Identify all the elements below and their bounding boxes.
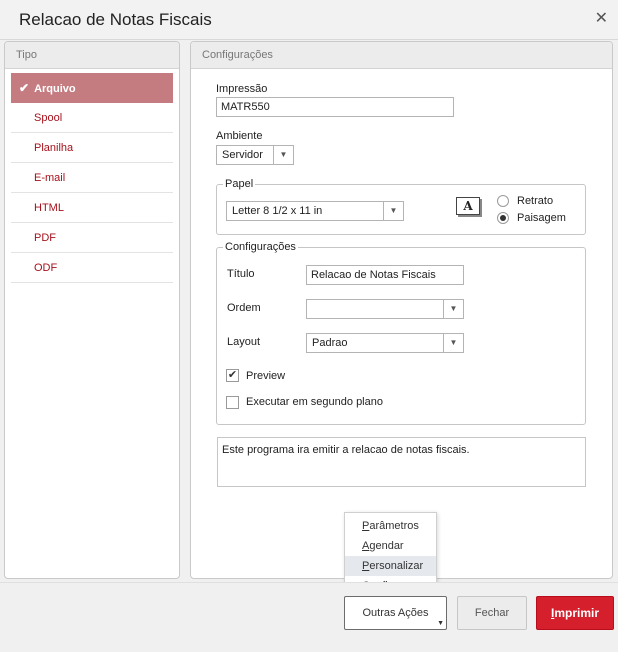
menu-item-parametros[interactable]: Parâmetros [345,516,436,536]
tipo-item-label: Planilha [34,142,74,154]
chevron-down-icon: ▼ [273,146,293,164]
check-icon: ✔ [19,81,30,95]
ordem-value [307,303,312,315]
tipo-item-pdf[interactable]: PDF [11,223,173,253]
imprimir-label: mprimir [554,606,600,620]
menu-item-label: ersonalizar [369,560,424,572]
ambiente-value: Servidor [222,149,263,161]
tipo-item-label: E-mail [34,172,66,184]
tipo-header: Tipo [5,42,179,69]
window-title: Relacao de Notas Fiscais [19,10,212,29]
chevron-down-icon: ▼ [383,202,403,220]
tipo-panel: Tipo ✔ Arquivo Spool Planilha E-mail HTML… [4,41,180,579]
tipo-list: ✔ Arquivo Spool Planilha E-mail HTML PDF … [5,69,179,283]
retrato-label: Retrato [517,195,554,207]
paisagem-label: Paisagem [517,212,566,224]
paisagem-radio[interactable] [497,212,509,224]
fechar-button[interactable]: Fechar [457,596,527,630]
check-icon: ✔ [227,369,238,381]
close-icon[interactable]: ✕ [595,8,608,28]
tipo-item-arquivo[interactable]: ✔ Arquivo [11,73,173,103]
page-orientation-icon: A [456,197,480,215]
ordem-label: Ordem [227,302,261,314]
papel-legend: Papel [225,178,254,190]
description-box: Este programa ira emitir a relacao de no… [217,437,586,487]
caret-down-icon: ▼ [437,620,444,627]
tipo-item-label: ODF [34,262,58,274]
menu-item-label: arâmetros [369,520,419,532]
imprimir-button[interactable]: Imprimir [536,596,614,630]
config-header: Configurações [191,42,612,69]
tipo-item-spool[interactable]: Spool [11,103,173,133]
segundo-plano-label: Executar em segundo plano [246,396,383,408]
outras-acoes-button[interactable]: Outras Ações ▼ [344,596,447,630]
paper-size-value: Letter 8 1/2 x 11 in [232,205,323,217]
ambiente-label: Ambiente [216,130,263,142]
titulo-field[interactable]: Relacao de Notas Fiscais [306,265,464,285]
menu-item-agendar[interactable]: Agendar [345,536,436,556]
preview-checkbox[interactable]: ✔ [226,369,239,382]
paper-size-select[interactable]: Letter 8 1/2 x 11 in ▼ [226,201,404,221]
layout-value: Padrao [312,337,348,349]
tipo-item-email[interactable]: E-mail [11,163,173,193]
tipo-item-label: PDF [34,232,56,244]
titulo-label: Título [227,268,255,280]
layout-label: Layout [227,336,261,348]
menu-item-label: gendar [369,540,404,552]
tipo-item-label: Spool [34,112,63,124]
ambiente-select[interactable]: Servidor ▼ [216,145,294,165]
chevron-down-icon: ▼ [443,300,463,318]
title-bar: Relacao de Notas Fiscais ✕ [0,0,618,40]
tipo-item-label: HTML [34,202,64,214]
outras-acoes-label: Outras Ações [362,607,429,619]
configuracoes-legend: Configurações [225,241,296,253]
layout-select[interactable]: Padrao ▼ [306,333,464,353]
tipo-item-label: Arquivo [34,83,76,95]
preview-label: Preview [246,370,286,382]
ordem-select[interactable]: ▼ [306,299,464,319]
impressao-label: Impressão [216,83,268,95]
chevron-down-icon: ▼ [443,334,463,352]
retrato-radio[interactable] [497,195,509,207]
menu-item-personalizar[interactable]: Personalizar [345,556,436,576]
tipo-item-planilha[interactable]: Planilha [11,133,173,163]
tipo-item-html[interactable]: HTML [11,193,173,223]
tipo-item-odf[interactable]: ODF [11,253,173,283]
segundo-plano-checkbox[interactable] [226,396,239,409]
impressao-field[interactable]: MATR550 [216,97,454,117]
